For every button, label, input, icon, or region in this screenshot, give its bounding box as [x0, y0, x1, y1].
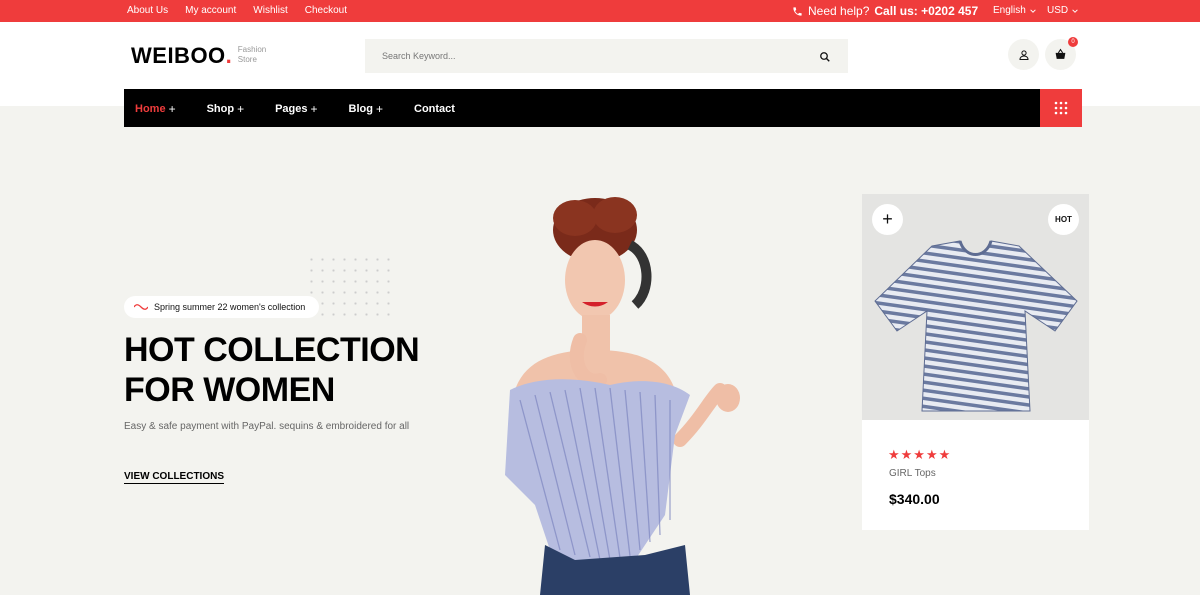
nav-item-pages[interactable]: Pages +	[275, 102, 317, 116]
wave-icon	[134, 304, 148, 310]
hero-title: HOT COLLECTION FOR WOMEN	[124, 331, 420, 409]
logo-text: WEIBOO	[131, 43, 226, 68]
pill-text: Spring summer 22 women's collection	[154, 302, 306, 312]
currency-select[interactable]: USD	[1047, 5, 1079, 16]
hero-description: Easy & safe payment with PayPal. sequins…	[124, 421, 410, 432]
language-select[interactable]: English	[993, 5, 1037, 16]
help-phone[interactable]: Call us: +0202 457	[874, 4, 978, 18]
hero-model-image	[505, 197, 740, 595]
add-to-cart-button[interactable]: +	[872, 204, 903, 235]
account-button[interactable]	[1008, 39, 1039, 70]
user-icon	[1018, 49, 1029, 60]
logo-tagline: Fashion Store	[237, 45, 267, 64]
language-label: English	[993, 5, 1026, 16]
basket-icon	[1055, 48, 1066, 59]
about-us-link[interactable]: About Us	[127, 5, 168, 16]
phone-icon	[793, 6, 802, 16]
logo-dot: .	[225, 43, 232, 68]
help-text: Need help?	[808, 4, 870, 18]
main-nav: Home + Shop + Pages + Blog + Contact	[124, 89, 1082, 127]
search-input[interactable]	[365, 39, 805, 73]
hot-badge: HOT	[1048, 204, 1079, 235]
view-collections-link[interactable]: VIEW COLLECTIONS	[124, 471, 224, 484]
product-price: $340.00	[889, 491, 940, 507]
product-image[interactable]: + HOT	[862, 194, 1089, 420]
chevron-down-icon	[1030, 8, 1036, 13]
wishlist-link[interactable]: Wishlist	[253, 5, 287, 16]
nav-item-shop[interactable]: Shop +	[207, 102, 245, 116]
grid-menu-button[interactable]	[1040, 89, 1082, 127]
collection-pill: Spring summer 22 women's collection	[124, 296, 320, 318]
cart-button[interactable]: 0	[1045, 37, 1078, 70]
star-rating: ★★★★★	[888, 447, 952, 462]
product-name[interactable]: GIRL Tops	[889, 468, 936, 479]
currency-label: USD	[1047, 5, 1069, 16]
checkout-link[interactable]: Checkout	[305, 5, 347, 16]
site-logo[interactable]: WEIBOO. Fashion Store	[131, 43, 266, 69]
chevron-down-icon	[1072, 8, 1078, 13]
search-icon[interactable]	[819, 50, 831, 68]
nav-item-contact[interactable]: Contact	[414, 102, 455, 116]
help-contact: Need help? Call us: +0202 457	[792, 4, 978, 18]
nav-item-blog[interactable]: Blog +	[349, 102, 383, 116]
cart-count-badge: 0	[1068, 37, 1078, 47]
grid-icon	[1054, 101, 1068, 115]
search-bar	[365, 39, 848, 73]
my-account-link[interactable]: My account	[185, 5, 236, 16]
top-links: About Us My account Wishlist Checkout	[127, 5, 347, 16]
top-bar: About Us My account Wishlist Checkout Ne…	[0, 0, 1200, 22]
nav-item-home[interactable]: Home +	[135, 102, 176, 116]
product-card[interactable]: + HOT ★★★★★ GIRL Tops $340.00	[862, 194, 1089, 530]
